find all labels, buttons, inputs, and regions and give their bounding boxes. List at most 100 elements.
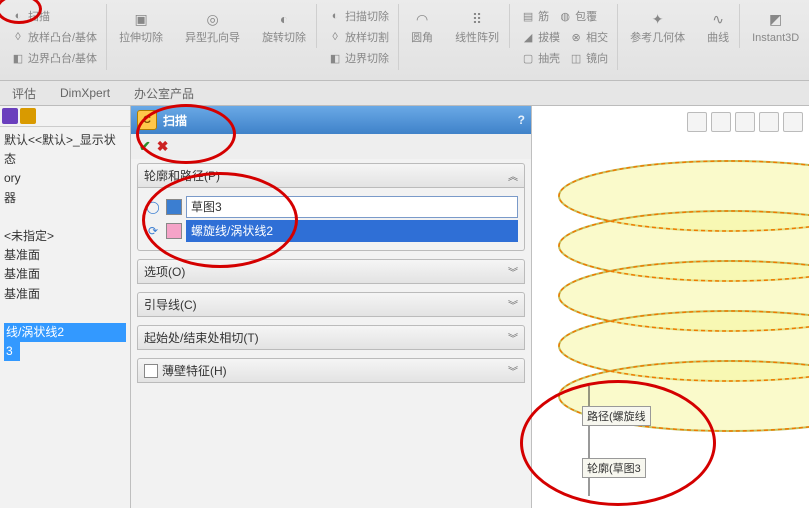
fillet-label: 圆角 (411, 32, 433, 44)
extrude-cut-button[interactable]: ▣ 拉伸切除 (115, 6, 167, 46)
mirror-icon: ◫ (569, 51, 583, 65)
mirror-label: 镜向 (586, 50, 608, 66)
boundary-cut-icon: ◧ (328, 51, 342, 65)
confirm-row: ✔ ✖ (131, 134, 531, 159)
tree-helix[interactable]: 线/涡状线2 (4, 323, 126, 342)
curves-icon: ∿ (707, 8, 729, 30)
boundary-cut-label: 边界切除 (345, 50, 389, 66)
sweep-cut-button[interactable]: ◐扫描切除 (325, 6, 392, 26)
pattern-icon: ⠿ (466, 8, 488, 30)
pattern-label: 线性阵列 (455, 32, 499, 44)
thin-feature-checkbox[interactable] (144, 364, 158, 378)
curves-button[interactable]: ∿ 曲线 (703, 6, 733, 46)
boundary-cut-button[interactable]: ◧边界切除 (325, 48, 392, 68)
panel-title-bar: C 扫描 ? (131, 106, 531, 134)
chevron-down-icon: ︾ (508, 264, 518, 279)
sweep-button[interactable]: ◐扫描 (8, 6, 100, 26)
zoom-area-icon[interactable] (711, 112, 731, 132)
view-orient-icon[interactable] (735, 112, 755, 132)
rev-cut-icon: ◐ (273, 8, 295, 30)
tree-plane-2[interactable]: 基准面 (4, 265, 126, 284)
boundary-boss-button[interactable]: ◧边界凸台/基体 (8, 48, 100, 68)
tree-tab-1[interactable] (2, 108, 18, 124)
instant3d-icon: ◩ (765, 8, 787, 30)
sweep-icon: ◐ (11, 9, 25, 23)
instant3d-label: Instant3D (752, 32, 799, 44)
path-color-swatch (166, 223, 182, 239)
draft-button[interactable]: ◢拔模 ⊗相交 (518, 27, 611, 47)
section-thin-header[interactable]: 薄壁特征(H) ︾ (137, 358, 525, 383)
pattern-group: ⠿ 线性阵列 (445, 4, 510, 48)
hole-wizard-button[interactable]: ◎ 异型孔向导 (181, 6, 244, 46)
section-view-icon[interactable] (783, 112, 803, 132)
section-guides-label: 引导线(C) (144, 296, 197, 313)
graphics-viewport[interactable]: 路径(螺旋线 轮廓(草图3 (532, 106, 809, 508)
rev-cut-label: 旋转切除 (262, 32, 306, 44)
draft-icon: ◢ (521, 30, 535, 44)
boundary-icon: ◧ (11, 51, 25, 65)
section-options-header[interactable]: 选项(O) ︾ (137, 259, 525, 284)
rev-cut-button[interactable]: ◐ 旋转切除 (258, 6, 310, 46)
instant3d-button[interactable]: ◩ Instant3D (748, 6, 803, 46)
sweep-cut-icon: ◐ (328, 9, 342, 23)
ribbon-group-sweep: ◐扫描 ◊放样凸台/基体 ◧边界凸台/基体 (2, 4, 107, 70)
sweep-label: 扫描 (28, 8, 50, 24)
section-profile-path-header[interactable]: 轮廓和路径(P) ︽ (137, 163, 525, 188)
section-options: 选项(O) ︾ (137, 259, 525, 284)
tree-plane-1[interactable]: 基准面 (4, 246, 126, 265)
curves-group: ∿ 曲线 (697, 4, 740, 48)
section-tangency-header[interactable]: 起始处/结束处相切(T) ︾ (137, 325, 525, 350)
extrude-cut-label: 拉伸切除 (119, 32, 163, 44)
profile-field[interactable]: 草图3 (186, 196, 518, 218)
section-guides: 引导线(C) ︾ (137, 292, 525, 317)
display-style-icon[interactable] (759, 112, 779, 132)
hole-wizard-group: ◎ 异型孔向导 (175, 4, 250, 48)
linear-pattern-button[interactable]: ⠿ 线性阵列 (451, 6, 503, 46)
path-field[interactable]: 螺旋线/涡状线2 (186, 220, 518, 242)
wrap-label: 包覆 (575, 8, 597, 24)
shell-icon: ▢ (521, 51, 535, 65)
instant3d-group: ◩ Instant3D (742, 4, 809, 48)
tree-plane-3[interactable]: 基准面 (4, 285, 126, 304)
section-thin-label: 薄壁特征(H) (162, 362, 227, 379)
tab-office[interactable]: 办公室产品 (126, 83, 202, 104)
tree-tab-2[interactable] (20, 108, 36, 124)
callout-path: 路径(螺旋线 (582, 406, 651, 426)
cancel-button[interactable]: ✖ (157, 138, 169, 155)
fillet-button[interactable]: ◠ 圆角 (407, 6, 437, 46)
path-row: ⟳ 螺旋线/涡状线2 (144, 220, 518, 242)
shell-label: 抽壳 (538, 50, 560, 66)
loft-icon: ◊ (11, 30, 25, 44)
ref-geo-button[interactable]: ✦ 参考几何体 (626, 6, 689, 46)
panel-title: 扫描 (163, 112, 187, 129)
section-profile-path: 轮廓和路径(P) ︽ ◯ 草图3 ⟳ 螺旋线/涡状线2 (137, 163, 525, 251)
ribbon-toolbar: ◐扫描 ◊放样凸台/基体 ◧边界凸台/基体 ▣ 拉伸切除 ◎ 异型孔向导 ◐ 旋… (0, 0, 809, 81)
tree-history[interactable]: ory (4, 169, 126, 188)
chevron-down-icon: ︾ (508, 363, 518, 378)
zoom-fit-icon[interactable] (687, 112, 707, 132)
loft-cut-button[interactable]: ◊放样切割 (325, 27, 392, 47)
wrap-icon: ◍ (558, 9, 572, 23)
ok-button[interactable]: ✔ (139, 138, 151, 155)
tree-sketch[interactable]: 3 (4, 342, 20, 361)
section-profile-path-body: ◯ 草图3 ⟳ 螺旋线/涡状线2 (137, 188, 525, 251)
tab-dimxpert[interactable]: DimXpert (52, 84, 118, 102)
tab-evaluate[interactable]: 评估 (4, 83, 44, 104)
loft-cut-icon: ◊ (328, 30, 342, 44)
path-icon: ⟳ (144, 224, 162, 238)
profile-icon: ◯ (144, 200, 162, 214)
shell-button[interactable]: ▢抽壳 ◫镜向 (518, 48, 611, 68)
tree-material[interactable]: <未指定> (4, 227, 126, 246)
chevron-up-icon: ︽ (508, 168, 518, 183)
hole-wizard-label: 异型孔向导 (185, 32, 240, 44)
tree-display-state[interactable]: 默认<<默认>_显示状态 (4, 131, 126, 169)
section-guides-header[interactable]: 引导线(C) ︾ (137, 292, 525, 317)
spring-preview (532, 136, 809, 508)
rib-icon: ▤ (521, 9, 535, 23)
loft-boss-button[interactable]: ◊放样凸台/基体 (8, 27, 100, 47)
callout-profile: 轮廓(草图3 (582, 458, 646, 478)
help-icon[interactable]: ? (518, 113, 525, 127)
tree-sensors[interactable]: 器 (4, 189, 126, 208)
section-tangency: 起始处/结束处相切(T) ︾ (137, 325, 525, 350)
rib-button[interactable]: ▤筋 ◍包覆 (518, 6, 611, 26)
